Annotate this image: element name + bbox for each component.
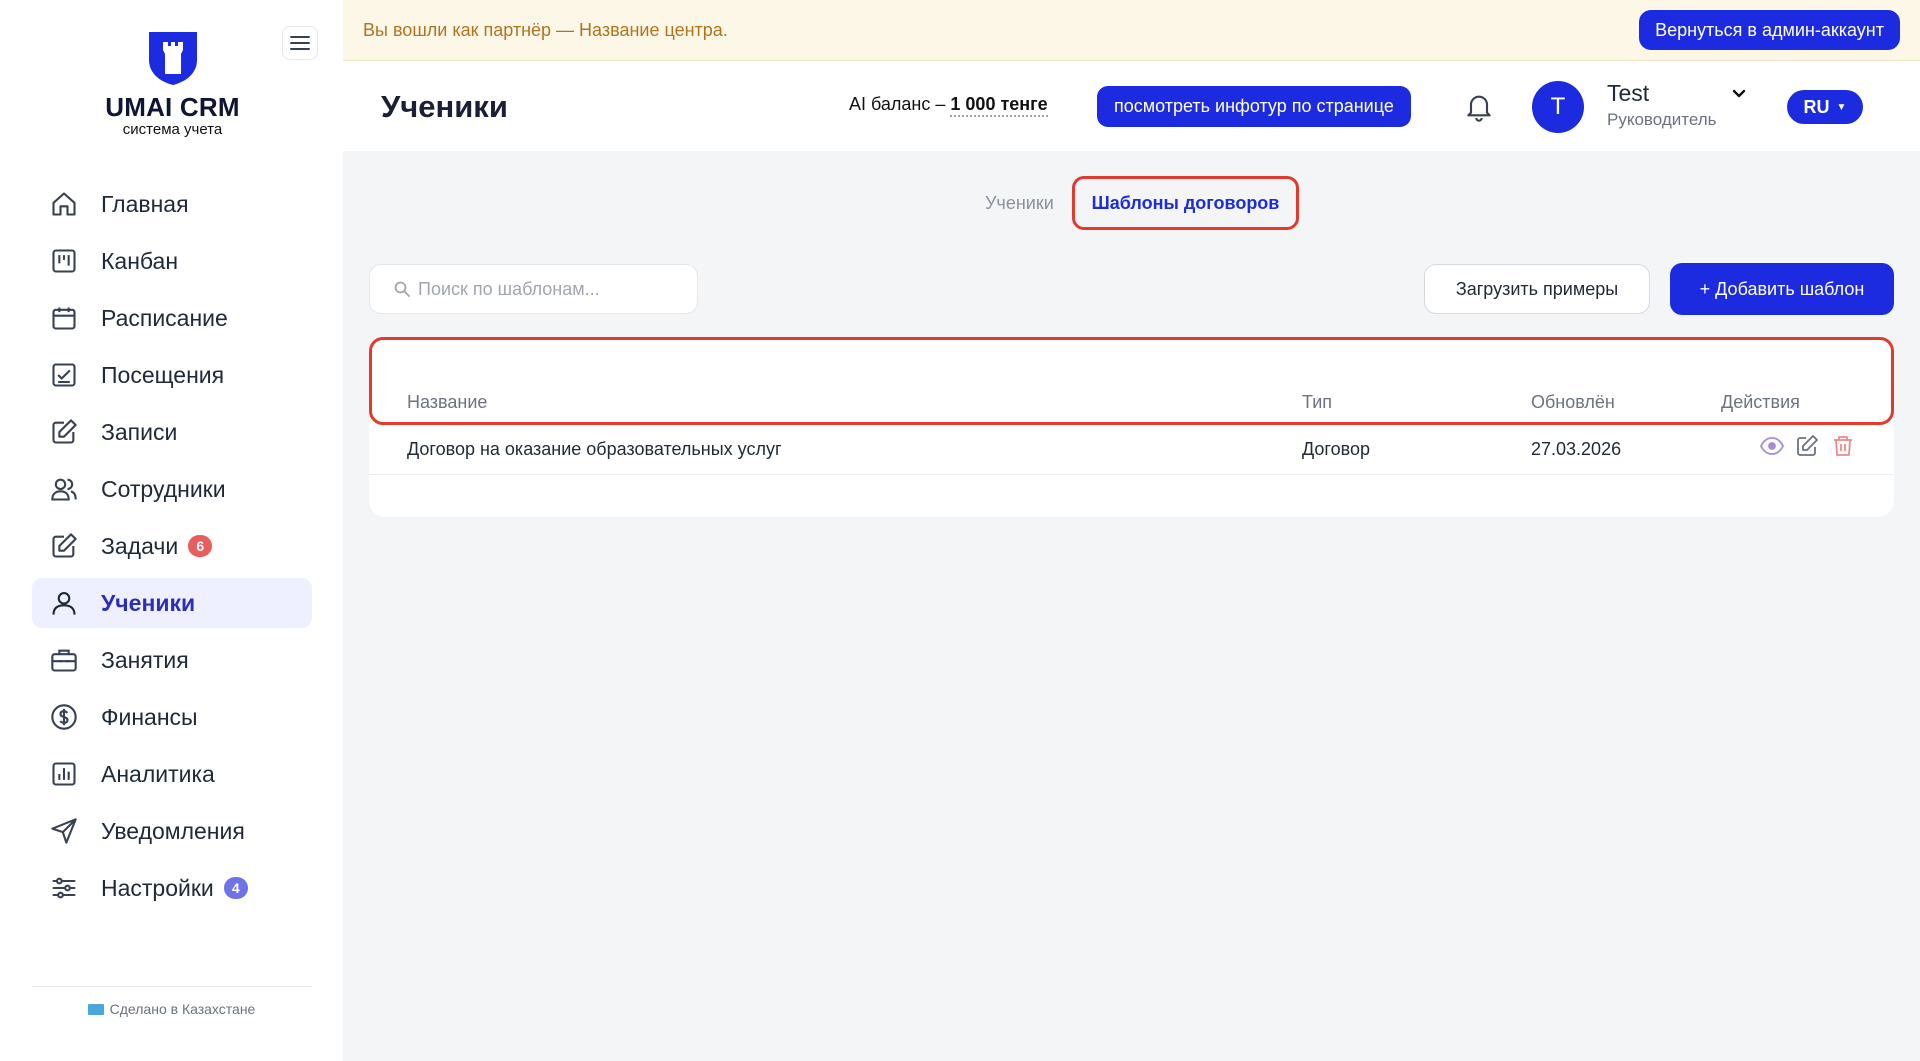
user-role: Руководитель	[1607, 110, 1717, 129]
sidebar-item-label: Занятия	[101, 646, 189, 673]
sidebar-item-tasks[interactable]: Задачи 6	[32, 521, 312, 571]
sidebar-item-label: Ученики	[101, 589, 196, 616]
partner-banner-text: Вы вошли как партнёр — Название центра.	[363, 20, 728, 40]
sidebar-item-label: Финансы	[101, 703, 198, 730]
sidebar-item-notifications[interactable]: Уведомления	[32, 806, 312, 856]
users-icon	[49, 474, 79, 504]
brand-name: UMAI CRM	[105, 92, 240, 122]
chevron-down-icon[interactable]	[1729, 84, 1749, 104]
sidebar-item-analytics[interactable]: Аналитика	[32, 749, 312, 799]
column-header-type: Тип	[1302, 392, 1333, 412]
sidebar-item-label: Сотрудники	[101, 475, 226, 502]
sidebar-item-records[interactable]: Записи	[32, 407, 312, 457]
table-header-highlight	[369, 337, 1894, 425]
caret-down-icon: ▼	[1836, 101, 1847, 113]
sidebar-item-label: Расписание	[101, 304, 228, 331]
sidebar-item-label: Настройки	[101, 874, 214, 901]
search-icon	[394, 281, 410, 297]
user-icon	[49, 588, 79, 618]
logo-shield-icon	[148, 32, 197, 85]
sidebar-item-classes[interactable]: Занятия	[32, 635, 312, 685]
chart-icon	[49, 759, 79, 789]
logo[interactable]: UMAI CRM система учета	[100, 30, 245, 138]
table-row-divider	[369, 474, 1894, 475]
tab-students[interactable]: Ученики	[985, 193, 1054, 214]
hamburger-icon	[290, 36, 310, 50]
page-title: Ученики	[381, 89, 508, 124]
user-name[interactable]: Test	[1607, 80, 1649, 107]
tab-contract-templates[interactable]: Шаблоны договоров	[1072, 176, 1299, 230]
sidebar-item-label: Записи	[101, 418, 178, 445]
sidebar-item-settings[interactable]: Настройки 4	[32, 863, 312, 913]
kanban-icon	[49, 246, 79, 276]
sidebar-nav: Главная Канбан Расписание Посещения Запи…	[32, 179, 312, 920]
search-input[interactable]	[418, 278, 678, 300]
sidebar-item-finance[interactable]: Финансы	[32, 692, 312, 742]
page-header: Ученики AI баланс – 1 000 тенге посмотре…	[343, 61, 1920, 151]
settings-count-badge: 4	[223, 877, 248, 899]
sidebar-item-label: Аналитика	[101, 760, 215, 787]
column-header-updated: Обновлён	[1531, 392, 1615, 412]
made-in-text: Сделано в Казахстане	[109, 1001, 256, 1017]
sidebar-item-attendance[interactable]: Посещения	[32, 350, 312, 400]
row-template-updated: 27.03.2026	[1531, 439, 1622, 459]
ai-balance: AI баланс – 1 000 тенге	[849, 94, 1048, 117]
menu-toggle-button[interactable]	[282, 26, 318, 60]
made-in-footer: Сделано в Казахстане	[0, 1001, 343, 1017]
delete-icon[interactable]	[1831, 434, 1855, 458]
attendance-icon	[49, 360, 79, 390]
avatar[interactable]: T	[1532, 81, 1584, 133]
view-icon[interactable]	[1759, 434, 1785, 458]
ai-balance-amount[interactable]: 1 000 тенге	[950, 94, 1048, 117]
search-box[interactable]	[369, 264, 698, 314]
edit-note-icon	[49, 417, 79, 447]
info-tour-button[interactable]: посмотреть инфотур по странице	[1097, 86, 1411, 127]
load-examples-button[interactable]: Загрузить примеры	[1424, 264, 1650, 314]
sliders-icon	[49, 873, 79, 903]
sidebar-item-label: Канбан	[101, 247, 179, 274]
row-template-type: Договор	[1302, 439, 1370, 459]
sidebar-item-label: Посещения	[101, 361, 225, 388]
ai-balance-label: AI баланс –	[849, 94, 946, 114]
calendar-icon	[49, 303, 79, 333]
edit-icon[interactable]	[1795, 434, 1819, 458]
language-code: RU	[1803, 96, 1830, 117]
column-header-name: Название	[407, 392, 488, 412]
sidebar-divider	[32, 986, 312, 987]
sidebar: UMAI CRM система учета Главная Канбан Ра…	[0, 0, 343, 1061]
return-to-admin-button[interactable]: Вернуться в админ-аккаунт	[1639, 10, 1900, 50]
notifications-bell-icon[interactable]	[1463, 90, 1495, 122]
partner-banner: Вы вошли как партнёр — Название центра. …	[343, 0, 1920, 61]
tabs: Ученики Шаблоны договоров	[0, 176, 1920, 230]
column-header-actions: Действия	[1721, 392, 1800, 412]
sidebar-item-schedule[interactable]: Расписание	[32, 293, 312, 343]
language-selector[interactable]: RU ▼	[1787, 90, 1863, 124]
send-icon	[49, 816, 79, 846]
sidebar-item-label: Задачи	[101, 532, 179, 559]
sidebar-item-label: Уведомления	[101, 817, 245, 844]
add-template-button[interactable]: + Добавить шаблон	[1670, 263, 1894, 315]
sidebar-item-staff[interactable]: Сотрудники	[32, 464, 312, 514]
tasks-count-badge: 6	[188, 535, 213, 557]
brand-subtitle: система учета	[122, 121, 223, 138]
kazakhstan-flag-icon	[87, 1004, 104, 1015]
briefcase-icon	[49, 645, 79, 675]
sidebar-item-students[interactable]: Ученики	[32, 578, 312, 628]
sidebar-item-kanban[interactable]: Канбан	[32, 236, 312, 286]
dollar-icon	[49, 702, 79, 732]
row-template-name: Договор на оказание образовательных услу…	[407, 439, 782, 459]
tasks-icon	[49, 531, 79, 561]
